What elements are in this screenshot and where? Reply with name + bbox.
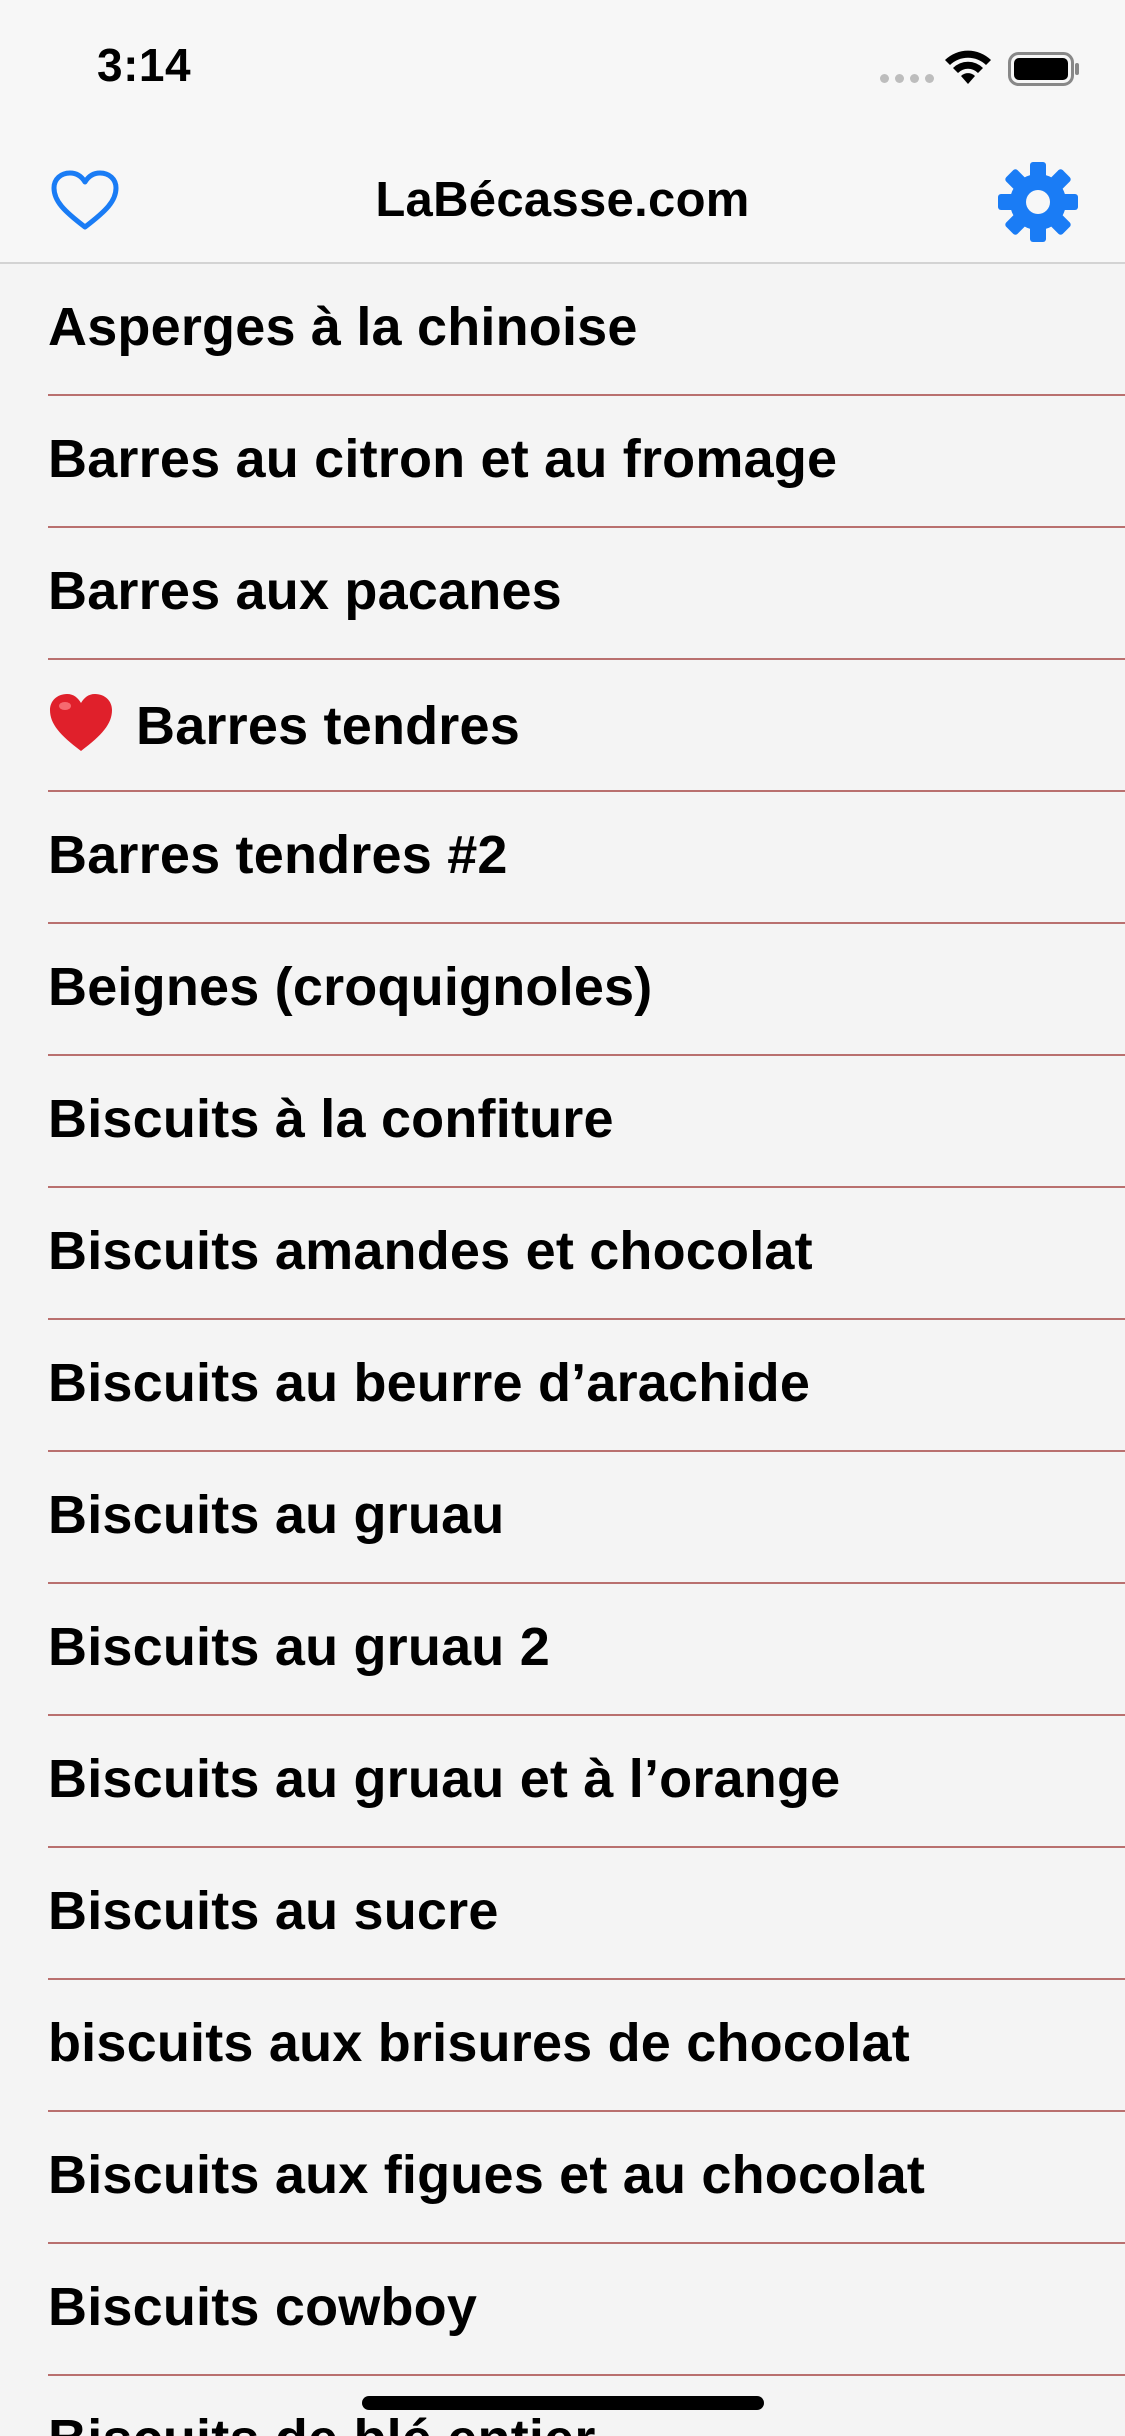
recipe-row[interactable]: Biscuits au beurre d’arachide — [0, 1320, 1125, 1452]
app-title: LaBécasse.com — [375, 173, 750, 227]
recipe-title: Biscuits cowboy — [48, 2277, 478, 2337]
navigation-bar: LaBécasse.com — [0, 132, 1125, 264]
gear-icon — [998, 162, 1078, 242]
status-time: 3:14 — [97, 39, 192, 91]
cellular-signal-icon — [880, 74, 934, 83]
recipe-label: Asperges à la chinoise — [48, 296, 638, 358]
battery-icon — [1008, 52, 1079, 86]
recipe-label: Biscuits au gruau — [48, 1484, 505, 1546]
recipe-title: Beignes (croquignoles) — [48, 957, 653, 1017]
recipe-row[interactable]: Biscuits aux figues et au chocolat — [0, 2112, 1125, 2244]
recipe-row[interactable]: Barres tendres — [0, 660, 1125, 792]
recipe-label: Barres tendres #2 — [48, 824, 508, 886]
recipe-title: Biscuits à la confiture — [48, 1089, 614, 1149]
recipe-label: Barres tendres — [48, 692, 520, 757]
recipe-label: Biscuits à la confiture — [48, 1088, 614, 1150]
home-indicator[interactable] — [362, 2396, 764, 2410]
recipe-label: Beignes (croquignoles) — [48, 956, 652, 1018]
recipe-row[interactable]: Beignes (croquignoles) — [0, 924, 1125, 1056]
recipe-label: Biscuits amandes et chocolat — [48, 1220, 813, 1282]
recipe-label: Barres aux pacanes — [48, 560, 562, 622]
recipe-row[interactable]: biscuits aux brisures de chocolat — [0, 1980, 1125, 2112]
recipe-row[interactable]: Biscuits cowboy — [0, 2244, 1125, 2376]
recipe-title: Barres au citron et au fromage — [48, 429, 838, 489]
recipe-row[interactable]: Biscuits au gruau et à l’orange — [0, 1716, 1125, 1848]
recipe-row[interactable]: Barres au citron et au fromage — [0, 396, 1125, 528]
recipe-row[interactable]: Biscuits à la confiture — [0, 1056, 1125, 1188]
recipe-title: Biscuits au sucre — [48, 1881, 499, 1941]
recipe-row[interactable]: Biscuits au sucre — [0, 1848, 1125, 1980]
recipe-row[interactable]: Biscuits au gruau 2 — [0, 1584, 1125, 1716]
recipe-title: Asperges à la chinoise — [48, 297, 638, 357]
recipe-title: Barres tendres #2 — [48, 825, 508, 885]
recipe-title: Biscuits au gruau — [48, 1485, 505, 1545]
recipe-title: Biscuits amandes et chocolat — [48, 1221, 813, 1281]
recipe-label: Biscuits au gruau et à l’orange — [48, 1748, 840, 1810]
recipe-row[interactable]: Biscuits amandes et chocolat — [0, 1188, 1125, 1320]
status-bar: 3:14 — [0, 0, 1125, 132]
recipe-row[interactable]: Biscuits au gruau — [0, 1452, 1125, 1584]
app-screen: 3:14 LaBécasse.com Asperges à la chinois… — [0, 0, 1125, 2436]
recipe-label: Barres au citron et au fromage — [48, 428, 837, 490]
recipe-title: Barres tendres — [136, 696, 520, 756]
recipe-label: Biscuits aux figues et au chocolat — [48, 2144, 925, 2206]
recipe-row[interactable]: Barres tendres #2 — [0, 792, 1125, 924]
wifi-icon — [945, 50, 991, 84]
recipe-label: Biscuits au gruau 2 — [48, 1616, 550, 1678]
recipe-title: biscuits aux brisures de chocolat — [48, 2013, 910, 2073]
recipe-row[interactable]: Asperges à la chinoise — [0, 264, 1125, 396]
recipe-title: Biscuits au gruau 2 — [48, 1617, 550, 1677]
recipe-title: Biscuits de blé entier — [48, 2409, 596, 2436]
recipe-label: Biscuits au sucre — [48, 1880, 499, 1942]
recipe-label: Biscuits cowboy — [48, 2276, 477, 2338]
favorite-heart-icon — [50, 694, 112, 751]
recipe-label: Biscuits au beurre d’arachide — [48, 1352, 810, 1414]
recipe-label: biscuits aux brisures de chocolat — [48, 2012, 910, 2074]
recipe-title: Biscuits aux figues et au chocolat — [48, 2145, 926, 2205]
recipe-label: Biscuits de blé entier — [48, 2408, 596, 2436]
recipe-title: Barres aux pacanes — [48, 561, 562, 621]
recipe-title: Biscuits au gruau et à l’orange — [48, 1749, 841, 1809]
settings-button[interactable] — [990, 156, 1086, 248]
recipe-row[interactable]: Barres aux pacanes — [0, 528, 1125, 660]
recipe-list: Asperges à la chinoise Barres au citron e… — [0, 264, 1125, 2436]
recipe-title: Biscuits au beurre d’arachide — [48, 1353, 811, 1413]
